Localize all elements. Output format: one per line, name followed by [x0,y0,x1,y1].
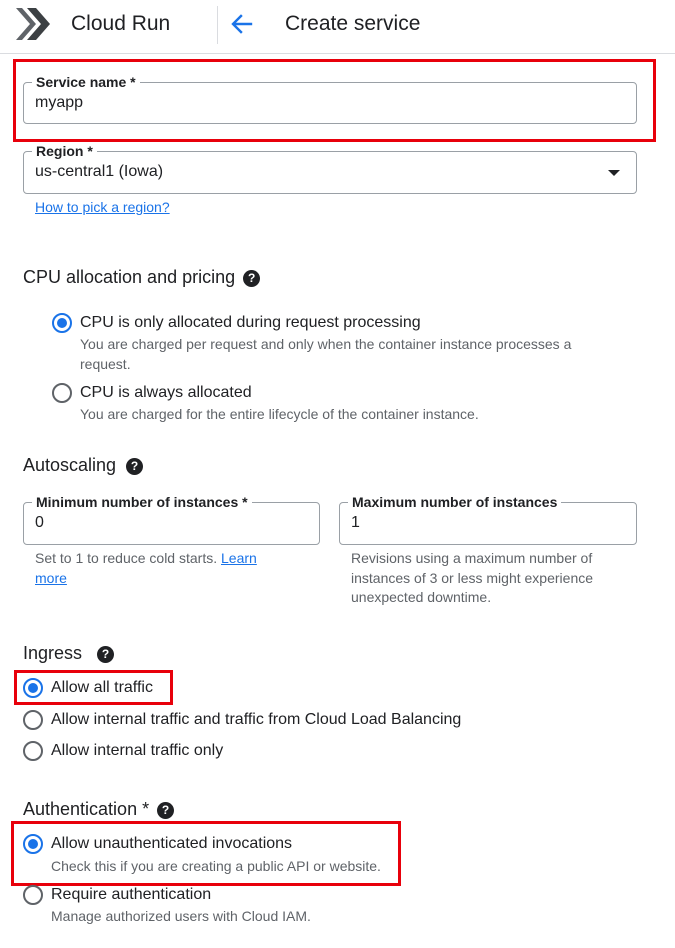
min-instances-input[interactable]: 0 [35,514,44,532]
min-instances-helper-text: Set to 1 to reduce cold starts. [35,550,218,566]
cloud-run-logo-icon[interactable] [14,5,52,43]
min-instances-helper: Set to 1 to reduce cold starts. Learn mo… [35,549,285,588]
help-circle-icon[interactable]: ? [243,270,261,287]
authentication-section-title-text: Authentication * [23,799,150,819]
cpu-always-desc: You are charged for the entire lifecycle… [80,406,479,422]
min-instances-field[interactable]: Minimum number of instances * 0 [23,493,320,545]
ingress-internal-radio[interactable] [23,741,43,761]
auth-unauthenticated-label[interactable]: Allow unauthenticated invocations [51,835,292,853]
ingress-section-title: Ingress? [23,643,115,664]
top-bar: Cloud Run Create service [0,0,675,54]
auth-unauthenticated-desc: Check this if you are creating a public … [51,858,381,874]
auth-unauthenticated-radio[interactable] [23,834,43,854]
auth-require-label[interactable]: Require authentication [51,886,211,904]
region-label: Region * [32,142,97,160]
help-circle-icon[interactable]: ? [126,458,144,475]
cpu-request-label[interactable]: CPU is only allocated during request pro… [80,314,421,332]
max-instances-label: Maximum number of instances [348,493,562,511]
cpu-section-title-text: CPU allocation and pricing [23,267,236,287]
cpu-request-desc: You are charged per request and only whe… [80,336,572,372]
region-select[interactable]: Region * us-central1 (Iowa) [23,142,637,194]
ingress-internal-lb-label[interactable]: Allow internal traffic and traffic from … [51,711,461,729]
ingress-all-radio[interactable] [23,678,43,698]
cpu-request-radio[interactable] [52,313,72,333]
ingress-all-label[interactable]: Allow all traffic [51,679,153,697]
ingress-internal-label[interactable]: Allow internal traffic only [51,742,223,760]
help-circle-icon[interactable]: ? [97,646,115,663]
ingress-internal-lb-radio[interactable] [23,710,43,730]
cpu-section-title: CPU allocation and pricing? [23,267,261,288]
autoscaling-section-title-text: Autoscaling [23,455,117,475]
service-name-field[interactable]: Service name * myapp [23,73,637,124]
service-name-label: Service name * [32,73,140,91]
product-name[interactable]: Cloud Run [71,12,170,36]
min-instances-label: Minimum number of instances * [32,493,252,511]
cpu-always-radio[interactable] [52,383,72,403]
authentication-section-title: Authentication *? [23,799,175,820]
pick-region-link[interactable]: How to pick a region? [35,199,170,215]
ingress-section-title-text: Ingress [23,643,83,663]
service-name-input[interactable]: myapp [35,94,83,112]
max-instances-input[interactable]: 1 [351,514,360,532]
header-divider [217,6,218,44]
max-instances-field[interactable]: Maximum number of instances 1 [339,493,637,545]
cpu-always-label[interactable]: CPU is always allocated [80,384,252,402]
auth-require-desc: Manage authorized users with Cloud IAM. [51,908,311,924]
dropdown-arrow-icon[interactable] [608,170,620,176]
page-title: Create service [285,12,421,35]
autoscaling-section-title: Autoscaling? [23,455,144,476]
arrow-back-icon[interactable] [229,11,255,37]
help-circle-icon[interactable]: ? [157,802,175,819]
max-instances-helper: Revisions using a maximum number of inst… [351,550,594,605]
auth-require-radio[interactable] [23,885,43,905]
region-value: us-central1 (Iowa) [35,163,164,180]
